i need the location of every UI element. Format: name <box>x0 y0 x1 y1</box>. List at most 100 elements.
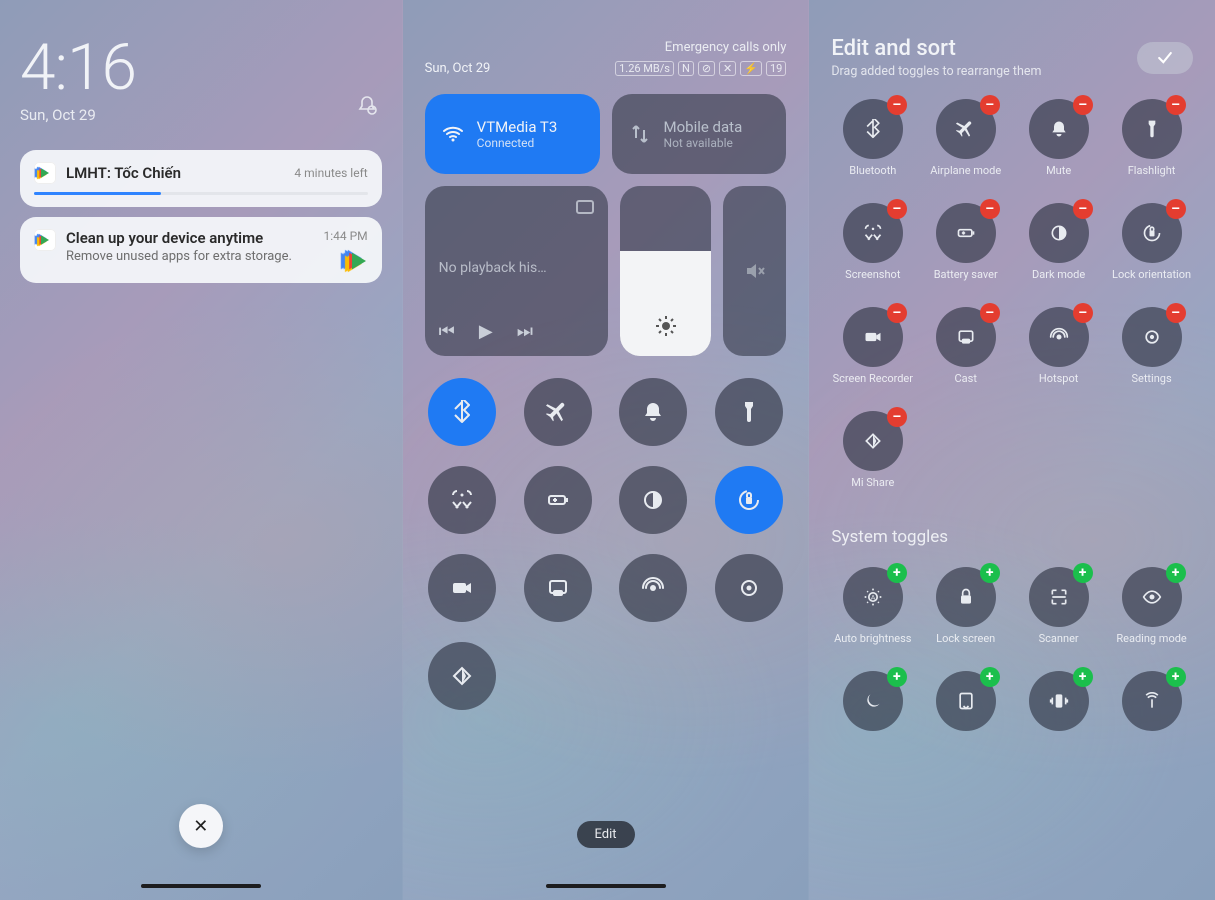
add-badge[interactable]: + <box>980 667 1000 687</box>
lockscreen-panel: 4:16 Sun, Oct 29 LMHT: Tốc Chiến 4 minut… <box>0 0 402 900</box>
remove-badge[interactable]: – <box>1073 303 1093 323</box>
toggle-bluetooth[interactable] <box>428 378 496 446</box>
mobile-data-tile[interactable]: Mobile data Not available <box>612 94 787 174</box>
system-toggle-vibrate[interactable]: + <box>1017 671 1100 761</box>
edit-toggle-settings[interactable]: – Settings <box>1110 307 1193 397</box>
toggle-battery-saver[interactable]: – <box>936 203 996 263</box>
remove-badge[interactable]: – <box>887 199 907 219</box>
toggle-hotspot[interactable] <box>619 554 687 622</box>
toggle-settings[interactable] <box>715 554 783 622</box>
add-badge[interactable]: + <box>1073 667 1093 687</box>
add-badge[interactable]: + <box>1166 667 1186 687</box>
edit-toggle-hotspot[interactable]: – Hotspot <box>1017 307 1100 397</box>
toggle-screen-recorder[interactable] <box>428 554 496 622</box>
edit-toggle-battery-saver[interactable]: – Battery saver <box>924 203 1007 293</box>
toggle-battery-saver[interactable] <box>524 466 592 534</box>
toggle-vibrate[interactable]: + <box>1029 671 1089 731</box>
toggle-mi-share[interactable]: – <box>843 411 903 471</box>
toggle-lock-screen[interactable]: + <box>936 567 996 627</box>
edit-toggle-screen-recorder[interactable]: – Screen Recorder <box>831 307 914 397</box>
toggle-flashlight[interactable] <box>715 378 783 446</box>
system-toggle-dnd[interactable]: + <box>831 671 914 761</box>
media-prev-button[interactable]: ⏮ <box>439 321 455 342</box>
toggle-dark-mode[interactable] <box>619 466 687 534</box>
remove-badge[interactable]: – <box>1073 95 1093 115</box>
remove-badge[interactable]: – <box>887 303 907 323</box>
toggle-cast[interactable]: – <box>936 307 996 367</box>
toggle-cast[interactable] <box>524 554 592 622</box>
notification-settings-icon[interactable] <box>352 90 382 120</box>
toggle-dnd[interactable]: + <box>843 671 903 731</box>
remove-badge[interactable]: – <box>980 303 1000 323</box>
edit-button[interactable]: Edit <box>576 821 634 848</box>
system-toggle-auto-brightness[interactable]: + Auto brightness <box>831 567 914 657</box>
toggle-mute-bell[interactable] <box>619 378 687 446</box>
edit-toggle-bluetooth[interactable]: – Bluetooth <box>831 99 914 189</box>
done-button[interactable] <box>1137 42 1193 74</box>
remove-badge[interactable]: – <box>1166 303 1186 323</box>
add-badge[interactable]: + <box>1166 563 1186 583</box>
cast-icon[interactable] <box>576 200 594 214</box>
remove-badge[interactable]: – <box>1166 95 1186 115</box>
toggle-lock-orientation[interactable] <box>715 466 783 534</box>
add-badge[interactable]: + <box>887 667 907 687</box>
clear-notifications-button[interactable]: ✕ <box>179 804 223 848</box>
toggle-reading-mode[interactable]: + <box>1122 567 1182 627</box>
home-indicator[interactable] <box>546 884 666 888</box>
remove-badge[interactable]: – <box>1073 199 1093 219</box>
toggle-bluetooth[interactable]: – <box>843 99 903 159</box>
system-toggle-wireless[interactable]: + <box>1110 671 1193 761</box>
toggle-screen-recorder[interactable]: – <box>843 307 903 367</box>
edit-toggle-mute-bell[interactable]: – Mute <box>1017 99 1100 189</box>
edit-toggle-flashlight[interactable]: – Flashlight <box>1110 99 1193 189</box>
toggle-screenshot[interactable] <box>428 466 496 534</box>
toggle-flashlight[interactable]: – <box>1122 99 1182 159</box>
toggle-mute-bell[interactable]: – <box>1029 99 1089 159</box>
toggle-auto-brightness[interactable]: + <box>843 567 903 627</box>
toggle-hotspot[interactable]: – <box>1029 307 1089 367</box>
media-play-button[interactable]: ▶ <box>479 321 493 342</box>
notification-download[interactable]: LMHT: Tốc Chiến 4 minutes left <box>20 150 382 207</box>
system-toggles-grid: + Auto brightness + Lock screen + Scanne… <box>831 567 1193 761</box>
system-toggle-scanner[interactable]: + Scanner <box>1017 567 1100 657</box>
edit-toggle-lock-orientation[interactable]: – Lock orientation <box>1110 203 1193 293</box>
brightness-slider[interactable] <box>620 186 712 356</box>
toggle-settings[interactable]: – <box>1122 307 1182 367</box>
status-bar: Emergency calls only 1.26 MB/sN⊘✕⚡ 19 <box>615 40 786 76</box>
toggle-rotate[interactable]: + <box>936 671 996 731</box>
toggle-lock-orientation[interactable]: – <box>1122 203 1182 263</box>
toggle-airplane[interactable] <box>524 378 592 446</box>
date-display: Sun, Oct 29 <box>20 106 136 124</box>
toggle-scanner[interactable]: + <box>1029 567 1089 627</box>
remove-badge[interactable]: – <box>1166 199 1186 219</box>
edit-toggle-screenshot[interactable]: – Screenshot <box>831 203 914 293</box>
add-badge[interactable]: + <box>887 563 907 583</box>
add-badge[interactable]: + <box>1073 563 1093 583</box>
media-next-button[interactable]: ⏭ <box>517 321 533 342</box>
notif2-meta: 1:44 PM <box>324 229 368 243</box>
system-section-title: System toggles <box>831 527 1193 547</box>
home-indicator[interactable] <box>141 884 261 888</box>
toggle-wireless[interactable]: + <box>1122 671 1182 731</box>
edit-toggle-airplane[interactable]: – Airplane mode <box>924 99 1007 189</box>
add-badge[interactable]: + <box>980 563 1000 583</box>
toggle-screenshot[interactable]: – <box>843 203 903 263</box>
edit-toggle-mi-share[interactable]: – Mi Share <box>831 411 914 501</box>
toggle-dark-mode[interactable]: – <box>1029 203 1089 263</box>
system-toggle-lock-screen[interactable]: + Lock screen <box>924 567 1007 657</box>
remove-badge[interactable]: – <box>887 95 907 115</box>
wifi-tile[interactable]: VTMedia T3 Connected <box>425 94 600 174</box>
remove-badge[interactable]: – <box>980 95 1000 115</box>
toggle-mi-share[interactable] <box>428 642 496 710</box>
remove-badge[interactable]: – <box>887 407 907 427</box>
system-toggle-reading-mode[interactable]: + Reading mode <box>1110 567 1193 657</box>
toggle-airplane[interactable]: – <box>936 99 996 159</box>
edit-toggle-cast[interactable]: – Cast <box>924 307 1007 397</box>
remove-badge[interactable]: – <box>980 199 1000 219</box>
quick-settings-grid <box>425 378 787 710</box>
volume-mute-tile[interactable] <box>723 186 786 356</box>
notification-cleanup[interactable]: Clean up your device anytime Remove unus… <box>20 217 382 283</box>
edit-toggle-dark-mode[interactable]: – Dark mode <box>1017 203 1100 293</box>
system-toggle-rotate[interactable]: + <box>924 671 1007 761</box>
media-player-tile[interactable]: No playback his… ⏮ ▶ ⏭ <box>425 186 608 356</box>
